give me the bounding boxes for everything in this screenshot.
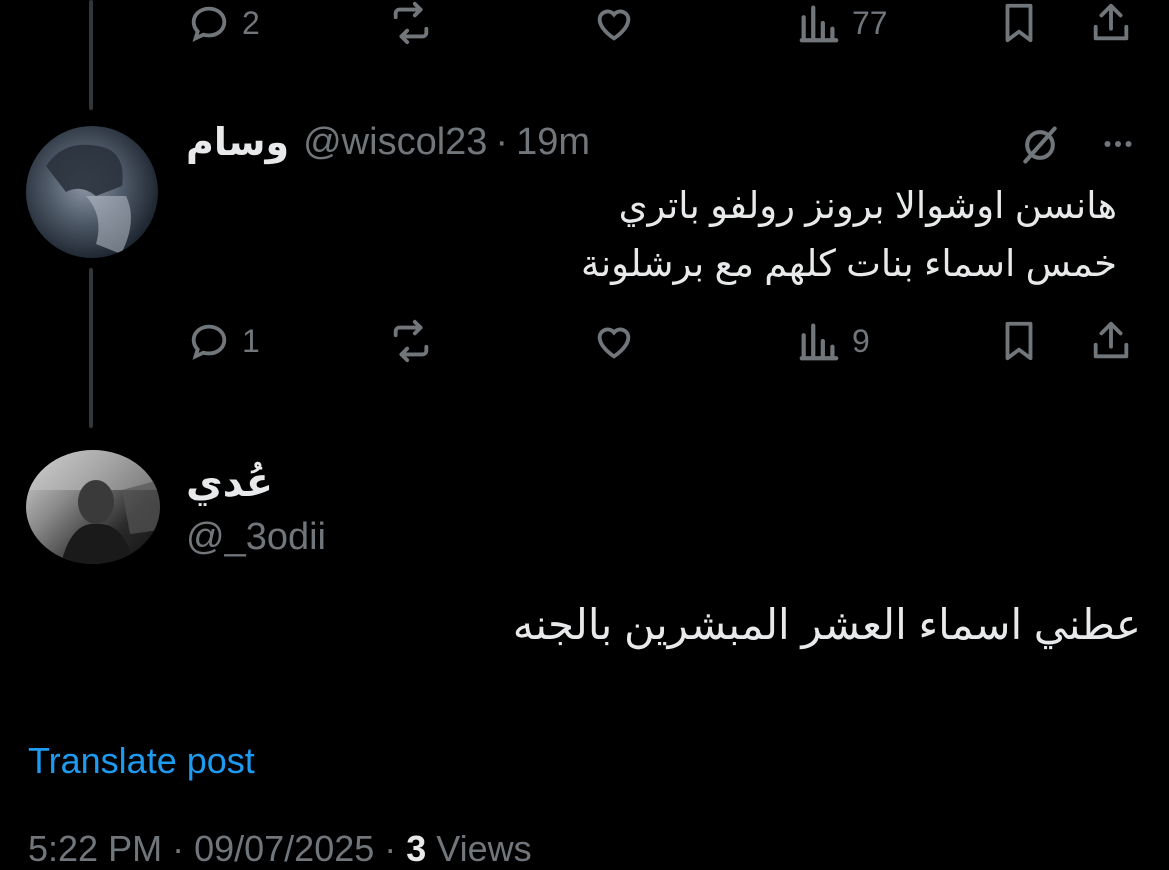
share-icon [1093,321,1129,359]
reply-button[interactable]: 2 [186,0,260,46]
reply-header: وسام @wiscol23 · 19m [186,120,590,165]
reply-icon [191,6,227,42]
display-name[interactable]: وسام [186,120,289,165]
share-icon [1093,3,1129,41]
repost-icon [393,319,429,363]
reply-icon [191,324,227,360]
repost-icon [393,1,429,45]
avatar[interactable] [26,450,160,564]
reply-count: 1 [242,322,260,359]
display-name[interactable]: عُدي [186,460,273,506]
bookmark-icon [1005,3,1033,43]
separator: · [495,121,509,163]
thread-line-middle [89,268,93,428]
reply-count: 2 [242,4,260,41]
translate-post-link[interactable]: Translate post [28,740,255,782]
reply-button[interactable]: 1 [186,318,260,364]
username[interactable]: @wiscol23 [303,121,487,164]
more-icon [1104,141,1132,147]
bookmark-button[interactable] [996,318,1042,364]
bookmark-button[interactable] [996,0,1042,46]
tweet-text: عطني اسماء العشر المبشرين بالجنه [512,601,1141,648]
thread-line-top [89,0,93,110]
repost-button[interactable] [388,318,434,364]
avatar[interactable] [26,126,158,258]
username[interactable]: @_3odii [186,516,326,559]
avatar-image [26,450,160,564]
views-count: 77 [852,4,888,41]
tweet-text-line-2: خمس اسماء بنات كلهم مع برشلونة [580,243,1117,284]
like-button[interactable] [591,318,637,364]
repost-button[interactable] [388,0,434,46]
avatar-image [46,144,131,254]
tweet-text-line-1: هانسن اوشوالا برونز رولفو باتري [618,185,1117,226]
timestamp[interactable]: 19m [516,121,590,164]
views-button[interactable]: 77 [796,0,888,46]
grok-button[interactable] [1018,123,1062,167]
more-button[interactable] [1096,126,1140,162]
views-count: 9 [852,322,870,359]
like-icon [597,327,631,359]
share-button[interactable] [1088,0,1134,46]
bookmark-icon [1005,321,1033,361]
grok-icon [1023,126,1057,164]
views-icon [799,323,839,361]
like-button[interactable] [591,0,637,46]
like-icon [597,9,631,41]
share-button[interactable] [1088,318,1134,364]
views-button[interactable]: 9 [796,318,870,364]
views-icon [799,5,839,43]
